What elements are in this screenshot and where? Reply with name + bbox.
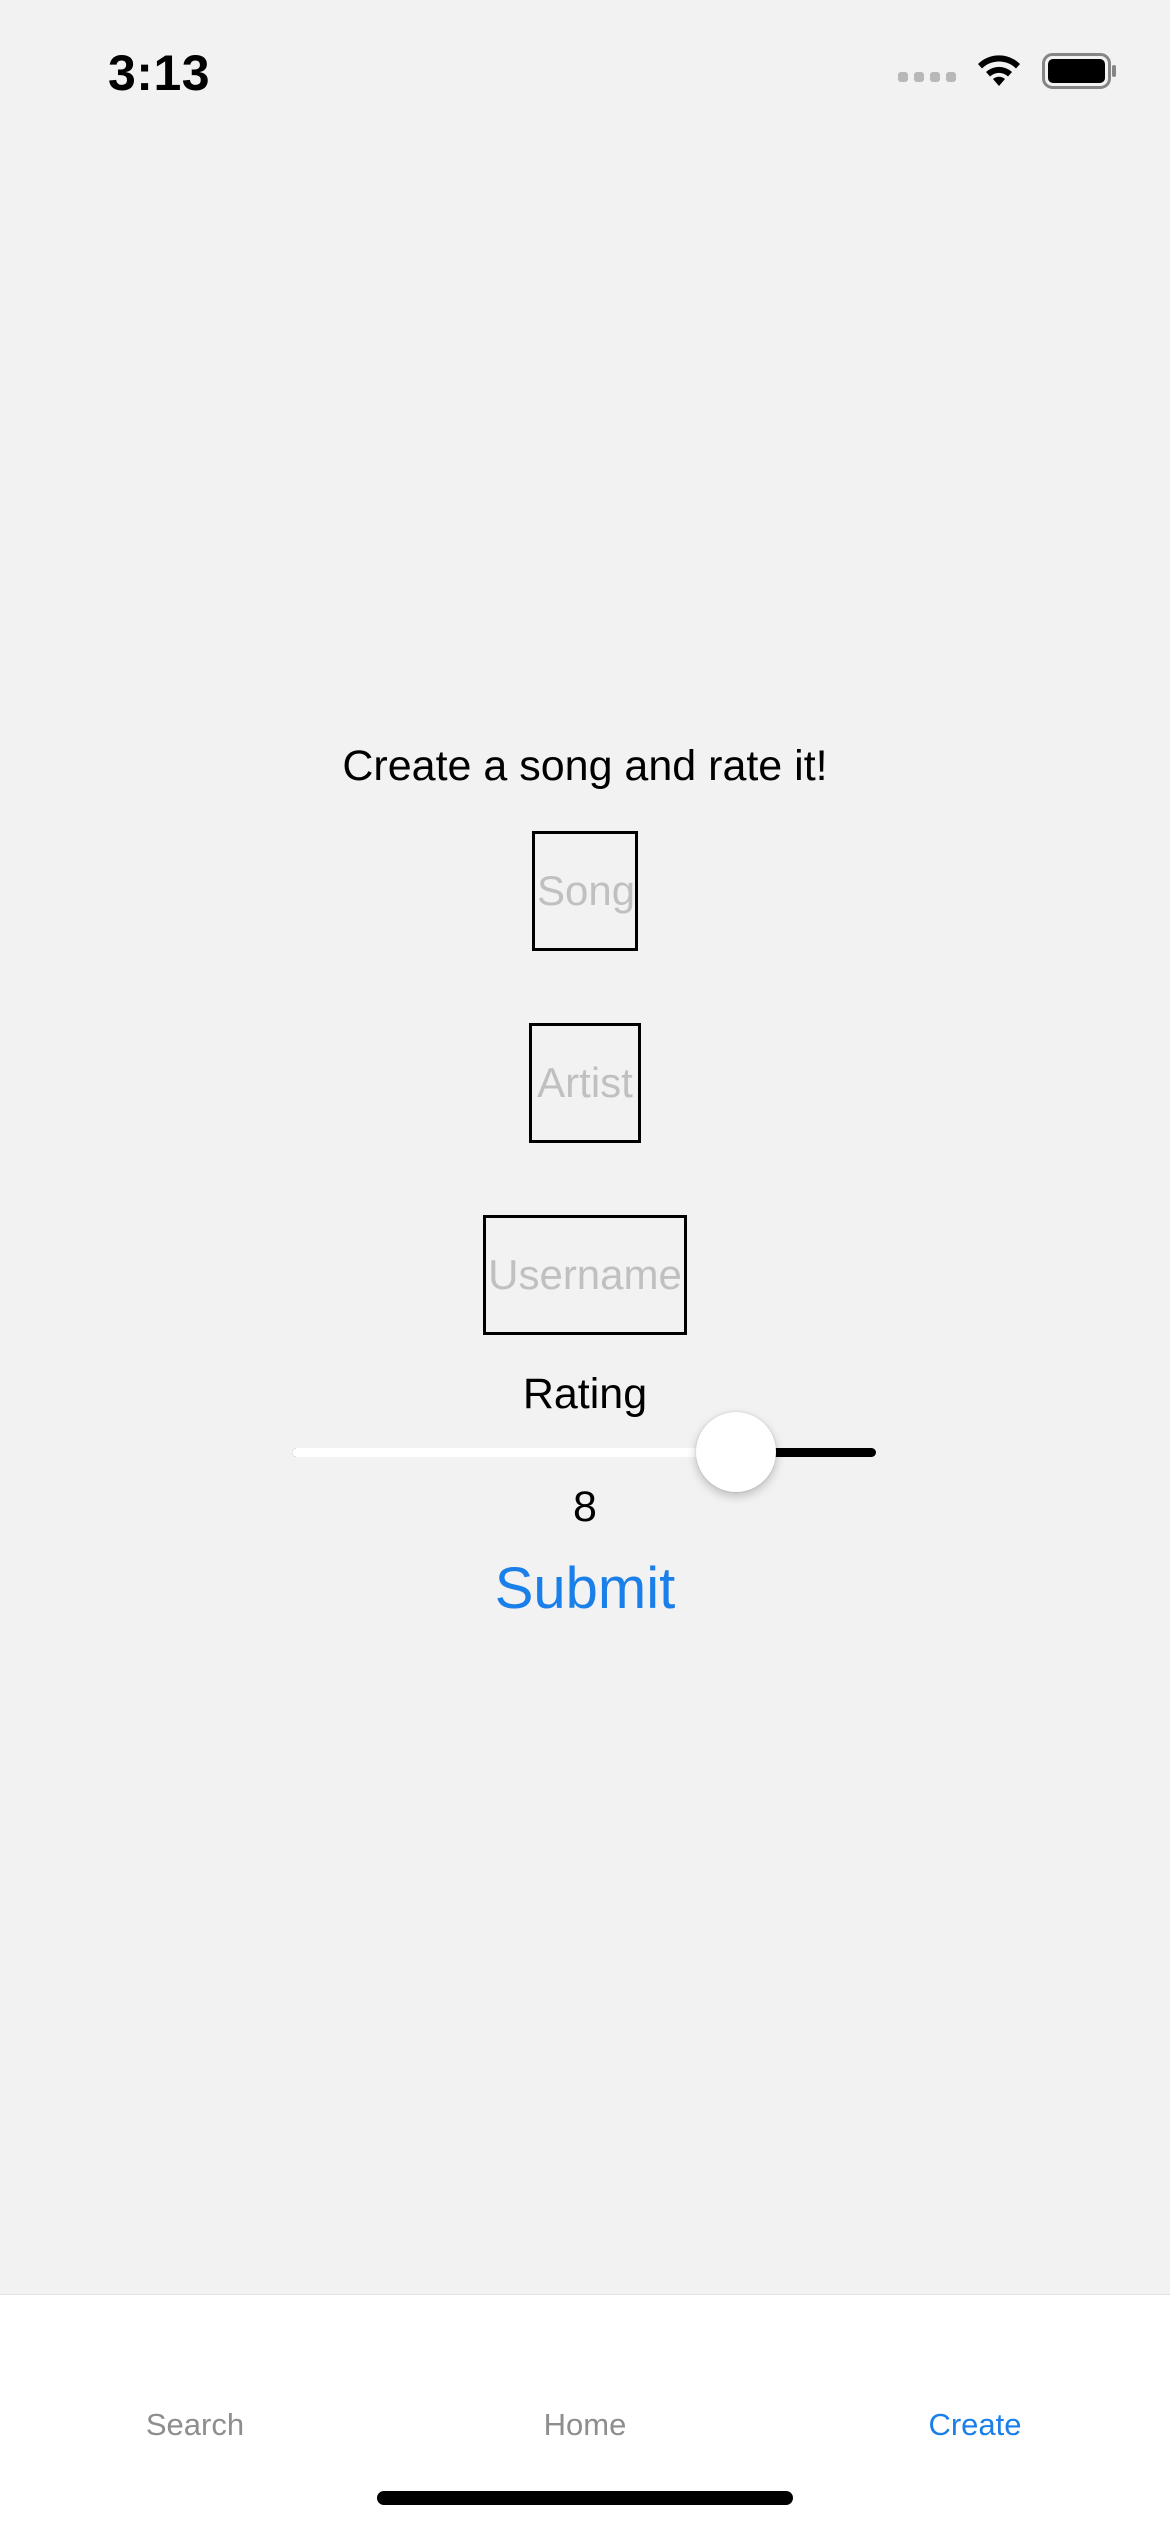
submit-button[interactable]: Submit bbox=[0, 1555, 1170, 1622]
page-title: Create a song and rate it! bbox=[342, 742, 828, 790]
status-time: 3:13 bbox=[108, 45, 211, 101]
song-input[interactable] bbox=[532, 831, 638, 951]
tab-home[interactable]: Home bbox=[390, 2407, 780, 2443]
home-indicator bbox=[377, 2491, 793, 2505]
rating-value: 8 bbox=[573, 1483, 597, 1531]
tab-search[interactable]: Search bbox=[0, 2407, 390, 2443]
tab-create[interactable]: Create bbox=[780, 2407, 1170, 2443]
wifi-icon bbox=[974, 52, 1024, 90]
artist-input[interactable] bbox=[529, 1023, 641, 1143]
rating-slider[interactable] bbox=[292, 1412, 876, 1492]
signal-icon bbox=[898, 72, 956, 82]
username-input[interactable] bbox=[483, 1215, 687, 1335]
slider-thumb[interactable] bbox=[695, 1412, 776, 1492]
slider-track-filled bbox=[292, 1448, 736, 1457]
status-icons bbox=[898, 52, 1118, 90]
battery-icon bbox=[1042, 53, 1118, 89]
